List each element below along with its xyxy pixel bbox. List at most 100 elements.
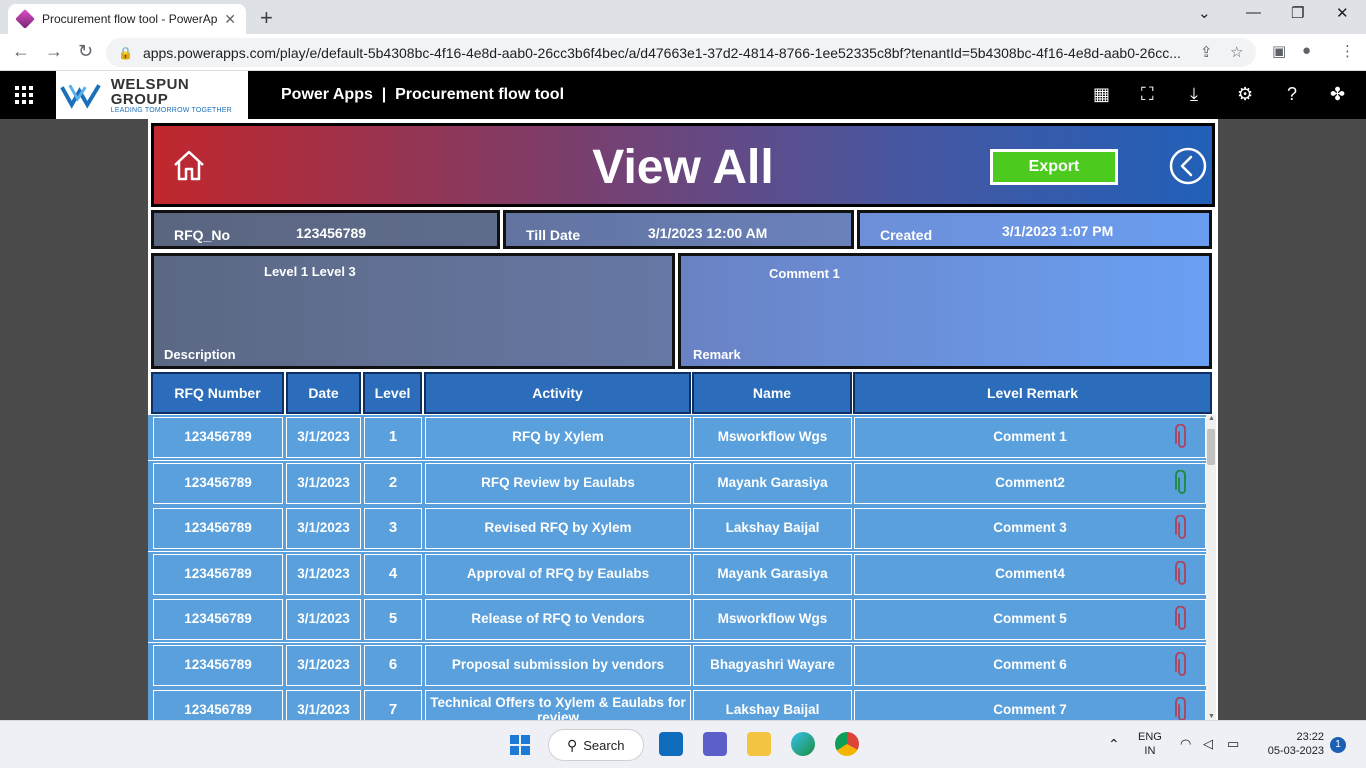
profile-avatar-icon[interactable]: ● (1302, 42, 1311, 59)
cell-activity: Technical Offers to Xylem & Eaulabs for … (425, 690, 691, 720)
attachment-paperclip-icon[interactable] (1175, 515, 1189, 541)
cell-rfq-number: 123456789 (153, 644, 283, 686)
settings-gear-icon[interactable]: ⚙ (1237, 84, 1253, 105)
app-launcher-icon[interactable] (15, 86, 33, 104)
welspun-mark-icon (60, 84, 101, 109)
cell-rfq-number: 123456789 (153, 599, 283, 640)
cell-name: Lakshay Baijal (693, 690, 852, 720)
volume-icon[interactable]: ◁ (1203, 736, 1213, 753)
browser-menu-icon[interactable]: ⋮ (1340, 42, 1355, 60)
table-row[interactable]: 123456789 3/1/2023 3 Revised RFQ by Xylem La… (148, 506, 1208, 551)
page-banner: View All Export (151, 123, 1215, 207)
export-button[interactable]: Export (990, 149, 1118, 185)
cell-level-remark: Comment 7 (854, 690, 1206, 720)
attachment-paperclip-icon[interactable] (1175, 424, 1189, 450)
attachment-paperclip-icon[interactable] (1175, 469, 1189, 496)
tab-search-chevron-icon[interactable]: ⌄ (1198, 4, 1211, 22)
back-arrow-icon[interactable]: ← (12, 41, 30, 62)
col-header-level: Level (363, 372, 422, 414)
cell-activity: Approval of RFQ by Eaulabs (425, 553, 691, 595)
table-scrollbar[interactable]: ▲ ▼ (1206, 415, 1216, 720)
clock[interactable]: 23:22 05-03-2023 (1258, 730, 1324, 759)
fit-to-window-icon[interactable]: ⛶ (1141, 84, 1154, 105)
till-date-value: 3/1/2023 12:00 AM (648, 225, 768, 241)
file-explorer-icon[interactable] (747, 732, 771, 756)
clock-date: 05-03-2023 (1267, 745, 1324, 758)
table-row[interactable]: 123456789 3/1/2023 4 Approval of RFQ by Eau… (148, 551, 1208, 597)
created-value: 3/1/2023 1:07 PM (1002, 223, 1114, 239)
help-icon[interactable]: ? (1287, 84, 1297, 105)
welspun-logo: WELSPUN GROUP LEADING TOMORROW TOGETHER (56, 71, 248, 119)
tab-close-icon[interactable]: ✕ (224, 11, 236, 28)
address-bar[interactable]: 🔒 apps.powerapps.com/play/e/default-5b43… (106, 38, 1256, 67)
windows-start-icon[interactable] (510, 735, 530, 755)
taskbar-search[interactable]: ⚲ Search (548, 729, 644, 761)
attachment-paperclip-icon[interactable] (1175, 697, 1189, 720)
outlook-icon[interactable] (659, 732, 683, 756)
col-header-name: Name (692, 372, 852, 414)
lock-icon: 🔒 (118, 45, 133, 60)
download-icon[interactable]: ⤓ (1190, 84, 1198, 105)
new-tab-button[interactable]: + (260, 5, 273, 31)
cell-level-remark: Comment2 (854, 462, 1206, 504)
minimize-icon[interactable]: — (1246, 4, 1261, 21)
restore-icon[interactable]: ❐ (1291, 4, 1304, 22)
side-panel-icon[interactable]: ▣ (1272, 42, 1286, 60)
cell-rfq-number: 123456789 (153, 553, 283, 595)
app-title: Power Apps | Procurement flow tool (281, 86, 565, 103)
cell-date: 3/1/2023 (286, 508, 361, 549)
cell-date: 3/1/2023 (286, 599, 361, 640)
cell-rfq-number: 123456789 (153, 417, 283, 458)
cell-level: 6 (364, 644, 422, 686)
cell-level: 3 (364, 508, 422, 549)
cell-level-remark: Comment 6 (854, 644, 1206, 686)
language-code: ENG (1138, 731, 1162, 743)
attachment-paperclip-icon[interactable] (1175, 560, 1189, 587)
till-date-box: Till Date 3/1/2023 12:00 AM (503, 210, 854, 249)
table-row[interactable]: 123456789 3/1/2023 6 Proposal submission by… (148, 642, 1208, 688)
reload-icon[interactable]: ↻ (78, 41, 93, 62)
scroll-up-icon[interactable]: ▲ (1208, 415, 1215, 422)
battery-icon[interactable]: ▭ (1227, 736, 1239, 753)
powerapps-header: WELSPUN GROUP LEADING TOMORROW TOGETHER … (0, 71, 1366, 119)
table-row[interactable]: 123456789 3/1/2023 5 Release of RFQ to Vend… (148, 597, 1208, 642)
taskbar-search-label: Search (583, 737, 625, 753)
scroll-thumb[interactable] (1207, 429, 1215, 465)
col-header-date: Date (286, 372, 361, 414)
bookmark-star-icon[interactable]: ☆ (1230, 43, 1243, 61)
account-icon[interactable]: ✤ (1330, 84, 1345, 105)
cell-date: 3/1/2023 (286, 417, 361, 458)
notification-badge[interactable]: 1 (1330, 737, 1346, 753)
tray-chevron-icon[interactable]: ⌃ (1108, 735, 1120, 753)
cell-level-remark: Comment 5 (854, 599, 1206, 640)
chrome-icon[interactable] (835, 732, 859, 756)
cell-name: Msworkflow Wgs (693, 417, 852, 458)
teams-icon[interactable]: ▦ (1093, 84, 1110, 105)
cell-name: Bhagyashri Wayare (693, 644, 852, 686)
windows-taskbar: ⚲ Search ⌃ ENG IN ◠ ◁ ▭ 23:22 05-03-2023… (0, 720, 1366, 768)
attachment-paperclip-icon[interactable] (1175, 606, 1189, 632)
cell-rfq-number: 123456789 (153, 462, 283, 504)
cell-date: 3/1/2023 (286, 690, 361, 720)
teams-app-icon[interactable] (703, 732, 727, 756)
table-row[interactable]: 123456789 3/1/2023 2 RFQ Review by Eaulabs M… (148, 460, 1208, 506)
description-box: Level 1 Level 3 Description (151, 253, 675, 369)
forward-arrow-icon[interactable]: → (45, 41, 63, 62)
created-label: Created (880, 227, 933, 243)
cell-date: 3/1/2023 (286, 644, 361, 686)
col-header-rfq-number: RFQ Number (151, 372, 284, 414)
language-indicator[interactable]: ENG IN (1138, 730, 1162, 759)
description-label: Description (164, 347, 236, 362)
back-circle-icon[interactable] (1168, 146, 1208, 186)
cell-activity: Release of RFQ to Vendors (425, 599, 691, 640)
browser-tab[interactable]: Procurement flow tool - PowerApps ✕ (8, 4, 246, 34)
close-window-icon[interactable]: ✕ (1336, 4, 1349, 22)
edge-icon[interactable] (791, 732, 815, 756)
table-row[interactable]: 123456789 3/1/2023 7 Technical Offers to Xy… (148, 688, 1208, 720)
url-text[interactable]: apps.powerapps.com/play/e/default-5b4308… (143, 45, 1183, 61)
scroll-down-icon[interactable]: ▼ (1208, 713, 1215, 720)
share-icon[interactable]: ⇪ (1200, 43, 1213, 61)
attachment-paperclip-icon[interactable] (1175, 651, 1189, 678)
table-row[interactable]: 123456789 3/1/2023 1 RFQ by Xylem Msworkflow… (148, 415, 1208, 460)
wifi-icon[interactable]: ◠ (1180, 736, 1191, 753)
